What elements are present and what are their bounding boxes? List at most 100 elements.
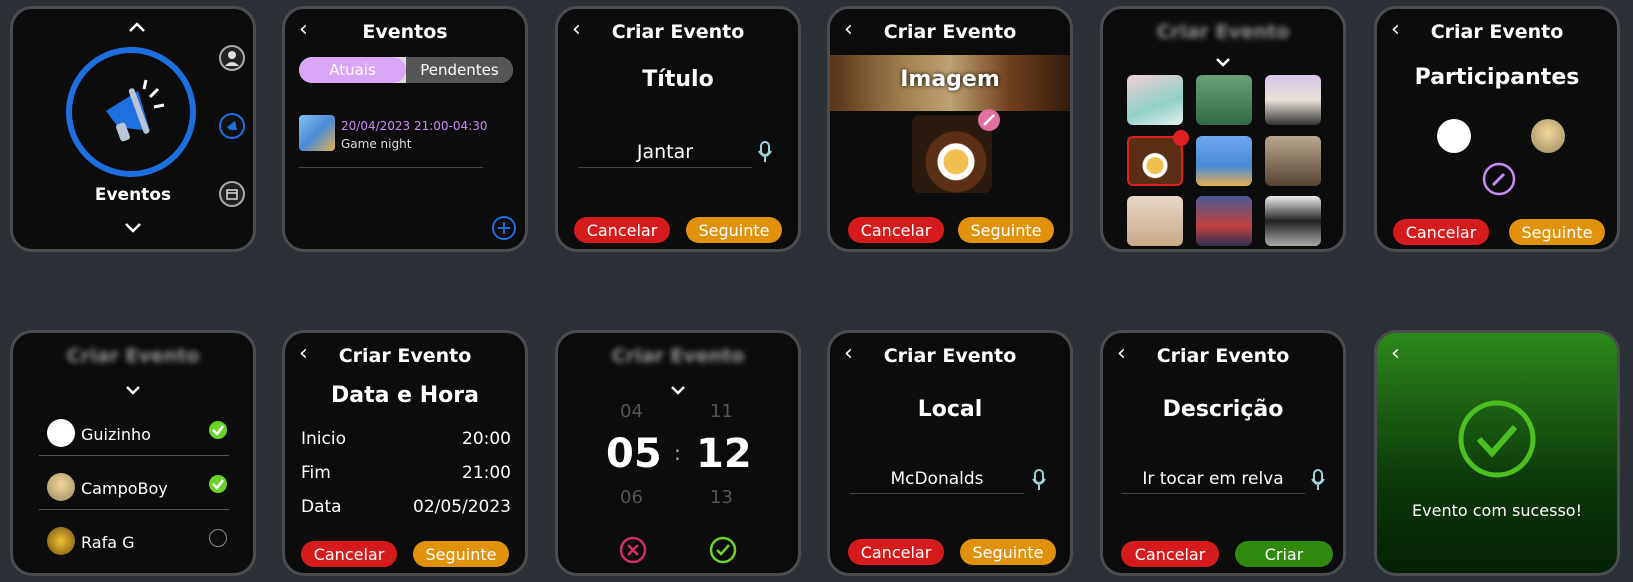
page-title: Eventos (362, 21, 448, 43)
screen-create-title: ‹ Criar Evento Título Jantar Cancelar Se… (555, 6, 801, 252)
divider (299, 167, 483, 168)
create-button[interactable]: Criar (1235, 541, 1333, 567)
step-heading: Data e Hora (331, 383, 479, 408)
participant-name: Guizinho (81, 425, 151, 444)
success-check-icon (1458, 400, 1536, 478)
next-button[interactable]: Seguinte (686, 217, 782, 243)
participant-name: Rafa G (81, 533, 135, 552)
event-name: Game night (341, 137, 412, 151)
event-datetime: 20/04/2023 21:00-04:30 (341, 119, 488, 133)
mic-icon[interactable] (758, 141, 772, 163)
step-heading: Imagem (900, 67, 1000, 92)
minute-prev[interactable]: 11 (710, 401, 733, 422)
chevron-down-icon[interactable] (124, 222, 142, 234)
image-option[interactable] (1127, 75, 1183, 125)
datetime-row-date[interactable]: Data 02/05/2023 (301, 497, 511, 523)
avatar (47, 527, 75, 555)
cancel-button[interactable]: Cancelar (848, 539, 944, 565)
calendar-icon[interactable] (219, 181, 245, 207)
location-input[interactable]: McDonalds (850, 469, 1024, 494)
participant-name: CampoBoy (81, 479, 168, 498)
megaphone-icon (106, 79, 165, 142)
cancel-button[interactable]: Cancelar (848, 217, 944, 243)
screen-create-location: ‹ Criar Evento Local McDonalds Cancelar … (827, 330, 1073, 576)
image-grid (1127, 75, 1321, 247)
time-separator: : (674, 441, 681, 465)
step-heading: Título (642, 67, 714, 92)
title-input[interactable]: Jantar (578, 141, 752, 168)
screen-create-participants: ‹ Criar Evento Participantes Cancelar Se… (1374, 6, 1620, 252)
screen-image-picker: Criar Evento (1100, 6, 1346, 252)
selected-check-icon (1173, 129, 1189, 146)
cancel-button[interactable]: Cancelar (574, 217, 670, 243)
screen-time-picker: Criar Evento 04 05 06 : 11 12 13 (555, 330, 801, 576)
mic-icon[interactable] (1032, 469, 1046, 491)
cancel-icon[interactable] (618, 535, 648, 565)
chevron-down-icon[interactable] (670, 385, 686, 397)
datetime-row-start[interactable]: Inicio 20:00 (301, 429, 511, 455)
datetime-row-end[interactable]: Fim 21:00 (301, 463, 511, 489)
end-value: 21:00 (462, 463, 511, 483)
chevron-up-icon[interactable] (128, 21, 146, 33)
participant-row[interactable]: CampoBoy (39, 469, 229, 510)
avatar (47, 473, 75, 501)
event-list-item[interactable]: 20/04/2023 21:00-04:30 Game night (299, 115, 489, 168)
end-label: Fim (301, 463, 331, 483)
step-heading: Participantes (1414, 65, 1580, 90)
page-title: Criar Evento (1156, 345, 1290, 367)
image-option[interactable] (1127, 196, 1183, 247)
avatar[interactable] (1531, 119, 1565, 153)
avatar[interactable] (1437, 119, 1471, 153)
hour-next[interactable]: 06 (620, 487, 643, 508)
unchecked-icon[interactable] (209, 529, 227, 547)
page-title: Criar Evento (338, 345, 472, 367)
participant-row[interactable]: Guizinho (39, 415, 229, 456)
chevron-down-icon[interactable] (125, 385, 141, 397)
check-icon[interactable] (209, 475, 227, 493)
page-title: Criar Evento (611, 21, 745, 43)
next-button[interactable]: Seguinte (960, 539, 1056, 565)
event-thumbnail (299, 115, 335, 151)
hour-prev[interactable]: 04 (620, 401, 643, 422)
image-option-selected[interactable] (1127, 129, 1189, 186)
edit-icon[interactable] (1481, 161, 1517, 197)
start-label: Inicio (301, 429, 346, 449)
cancel-button[interactable]: Cancelar (1393, 219, 1489, 245)
minute-value[interactable]: 12 (696, 431, 752, 477)
edit-image-icon[interactable] (978, 109, 1000, 131)
minute-next[interactable]: 13 (710, 487, 733, 508)
next-button[interactable]: Seguinte (958, 217, 1054, 243)
confirm-icon[interactable] (708, 535, 738, 565)
page-title: Criar Evento (1430, 21, 1564, 43)
events-app-button[interactable] (66, 47, 196, 177)
image-option[interactable] (1196, 75, 1252, 125)
success-message: Evento com sucesso! (1412, 501, 1582, 520)
hour-value[interactable]: 05 (606, 431, 662, 477)
blurred-header: Criar Evento (66, 345, 200, 367)
profile-icon[interactable] (219, 45, 245, 71)
date-value: 02/05/2023 (413, 497, 511, 517)
cancel-button[interactable]: Cancelar (301, 541, 397, 567)
participant-row[interactable]: Rafa G (39, 523, 229, 563)
events-nav-icon[interactable] (219, 113, 245, 139)
tab-atuais[interactable]: Atuais (299, 57, 406, 83)
step-heading: Descrição (1162, 397, 1284, 422)
avatar (47, 419, 75, 447)
chevron-down-icon[interactable] (1215, 57, 1231, 69)
image-option[interactable] (1196, 135, 1252, 186)
image-option[interactable] (1265, 135, 1321, 186)
mic-icon[interactable] (1311, 469, 1325, 491)
image-option[interactable] (1265, 75, 1321, 125)
tab-pendentes[interactable]: Pendentes (406, 57, 513, 83)
date-label: Data (301, 497, 342, 517)
next-button[interactable]: Seguinte (413, 541, 509, 567)
image-option[interactable] (1265, 196, 1321, 247)
cancel-button[interactable]: Cancelar (1121, 541, 1219, 567)
description-input[interactable]: Ir tocar em relva (1121, 469, 1305, 494)
check-icon[interactable] (209, 421, 227, 439)
back-button[interactable]: ‹ (1391, 343, 1400, 365)
add-icon[interactable] (491, 215, 517, 241)
step-heading: Local (917, 397, 983, 422)
image-option[interactable] (1196, 196, 1252, 247)
next-button[interactable]: Seguinte (1509, 219, 1605, 245)
